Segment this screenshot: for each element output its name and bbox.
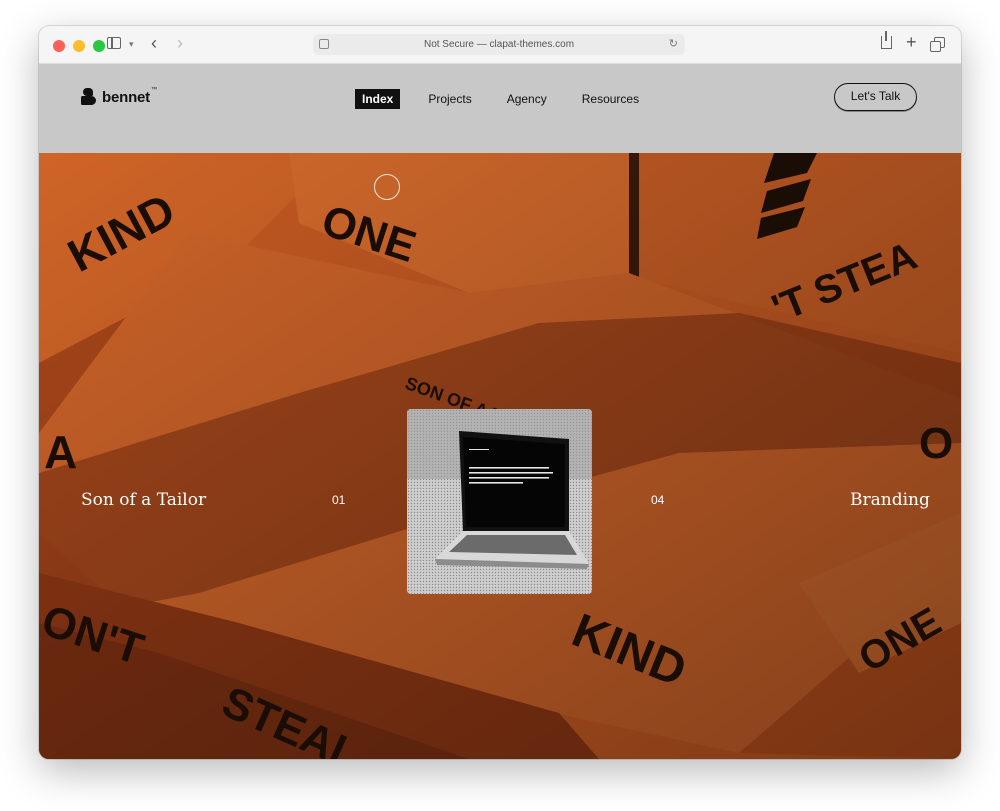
browser-window: ▾ ‹ › Not Secure — clapat-themes.com ↻ +… xyxy=(39,26,961,759)
nav-item-index[interactable]: Index xyxy=(355,89,401,109)
forward-arrow-icon[interactable]: › xyxy=(177,33,183,53)
site-header: bennet ™ Index Projects Agency Resources… xyxy=(39,64,961,153)
laptop-image xyxy=(407,409,592,594)
site-settings-icon[interactable] xyxy=(319,39,329,49)
zoom-window-button[interactable] xyxy=(93,40,105,52)
box-print-o: O xyxy=(919,419,953,468)
reload-icon[interactable]: ↻ xyxy=(669,34,678,55)
window-controls xyxy=(53,40,105,52)
tab-overview-icon[interactable] xyxy=(930,37,945,52)
share-icon[interactable] xyxy=(881,31,892,49)
project-thumbnail[interactable] xyxy=(407,409,592,594)
logo-mark-icon xyxy=(81,88,97,106)
lets-talk-button[interactable]: Let's Talk xyxy=(834,83,917,111)
new-tab-icon[interactable]: + xyxy=(906,31,917,53)
main-nav: Index Projects Agency Resources xyxy=(355,89,667,109)
nav-item-agency[interactable]: Agency xyxy=(500,89,554,109)
browser-toolbar: ▾ ‹ › Not Secure — clapat-themes.com ↻ + xyxy=(39,26,961,64)
site-logo[interactable]: bennet ™ xyxy=(81,87,157,106)
project-index: 01 xyxy=(332,493,346,507)
back-arrow-icon[interactable]: ‹ xyxy=(151,33,157,53)
cursor-ring-icon xyxy=(374,174,400,200)
project-title[interactable]: Son of a Tailor xyxy=(81,490,206,510)
minimize-window-button[interactable] xyxy=(73,40,85,52)
nav-item-projects[interactable]: Projects xyxy=(421,89,478,109)
logo-text: bennet xyxy=(102,88,150,106)
close-window-button[interactable] xyxy=(53,40,65,52)
sidebar-toggle-icon[interactable] xyxy=(107,37,121,49)
logo-trademark: ™ xyxy=(150,87,157,93)
box-print-a: A xyxy=(44,426,77,478)
chevron-down-icon[interactable]: ▾ xyxy=(129,39,134,50)
project-total: 04 xyxy=(651,493,665,507)
project-category: Branding xyxy=(850,490,930,510)
address-bar[interactable]: Not Secure — clapat-themes.com ↻ xyxy=(313,34,685,55)
hero-project-slide[interactable]: KIND ONE A 'T STEA ON'T STEAL KIND ONE S… xyxy=(39,153,961,759)
address-text: Not Secure — clapat-themes.com xyxy=(423,39,575,50)
nav-item-resources[interactable]: Resources xyxy=(575,89,646,109)
